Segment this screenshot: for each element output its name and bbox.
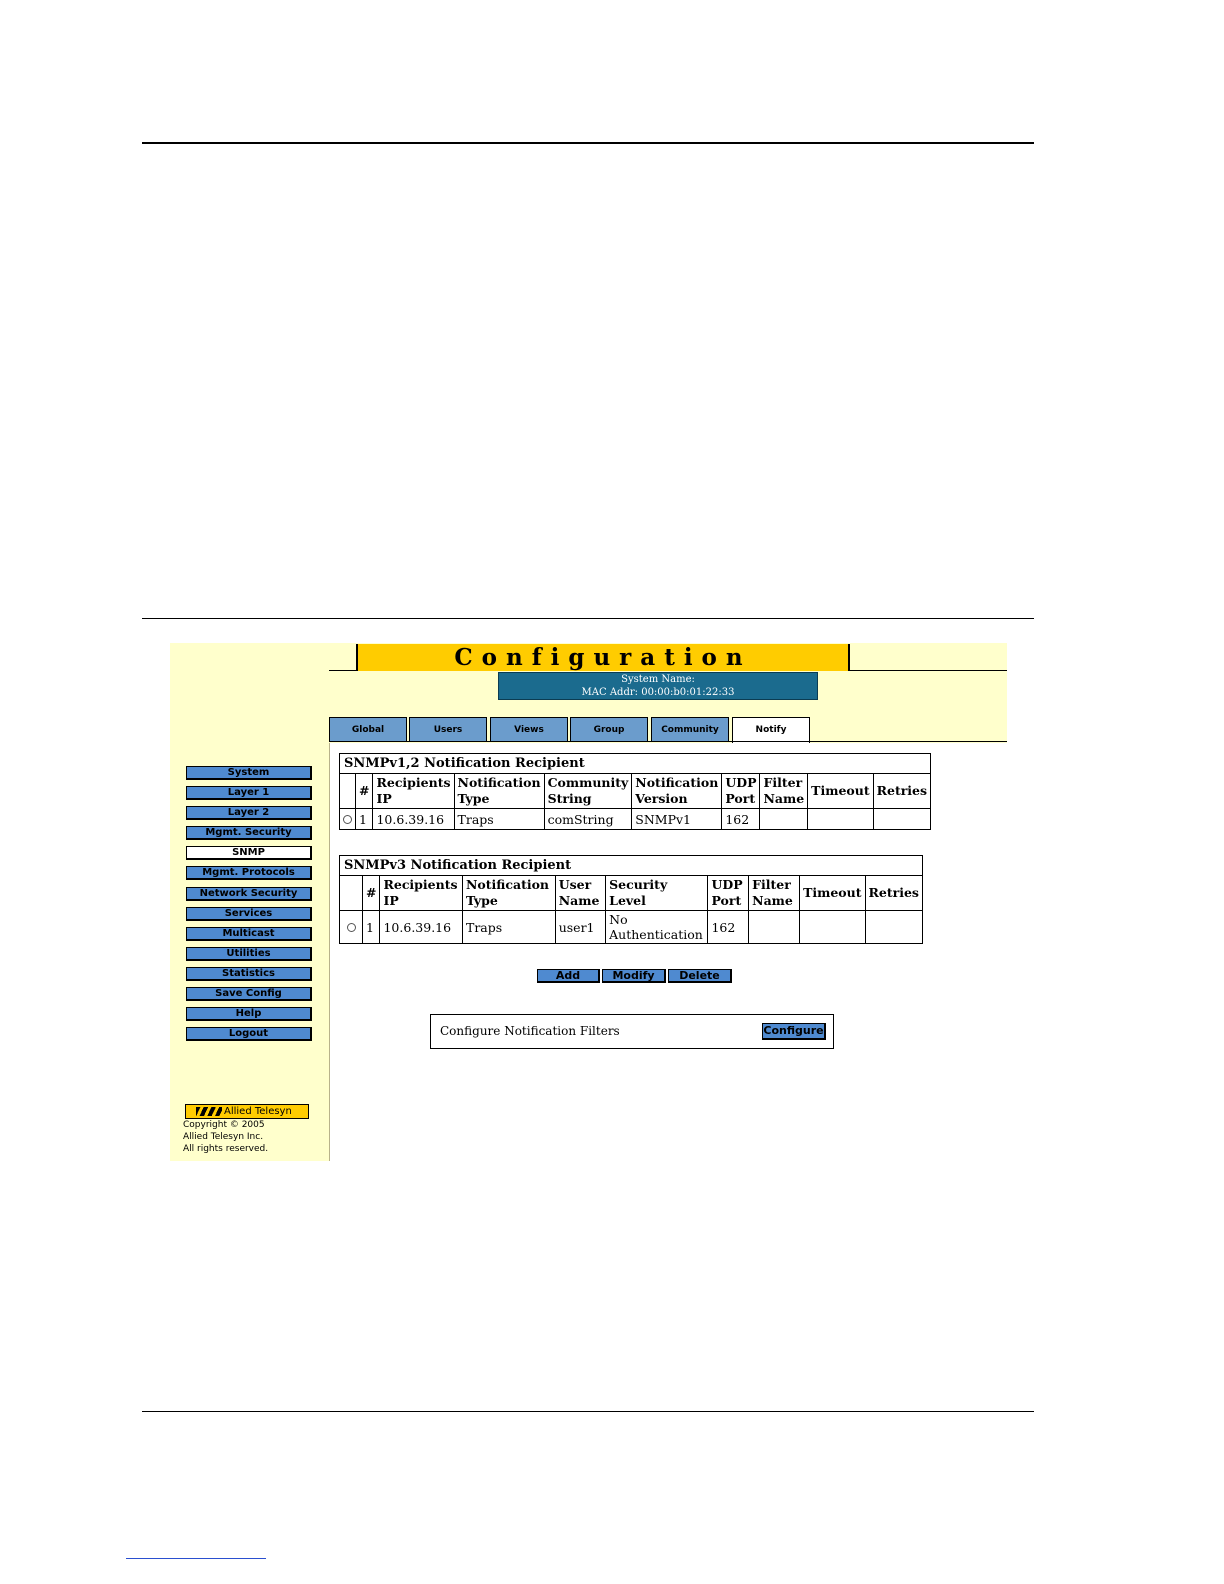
tab-group[interactable]: Group <box>570 717 648 741</box>
sidebar-item-help[interactable]: Help <box>186 1007 312 1021</box>
filter-name <box>759 808 809 830</box>
column-header: Community String <box>543 773 633 809</box>
notification-type: Traps <box>461 910 556 944</box>
column-header: User Name <box>554 875 607 911</box>
select-column-header <box>339 773 356 809</box>
allied-telesyn-logo-icon <box>196 1107 222 1116</box>
notification-version: SNMPv1 <box>631 808 723 830</box>
column-header: # <box>354 773 374 809</box>
copyright-line-1: Copyright © 2005 <box>183 1120 265 1130</box>
security-level: No Authentication <box>605 910 709 944</box>
system-name-label: System Name: <box>621 674 695 685</box>
header-line-right <box>850 670 1007 671</box>
modify-button[interactable]: Modify <box>602 969 666 983</box>
sidebar-item-network-security[interactable]: Network Security <box>186 887 312 901</box>
retries <box>872 808 932 830</box>
tab-notify[interactable]: Notify <box>732 717 810 743</box>
copyright-line-3: All rights reserved. <box>183 1144 269 1154</box>
copyright-line-2: Allied Telesyn Inc. <box>183 1132 264 1142</box>
system-info-box: System Name: MAC Addr: 00:00:b0:01:22:33 <box>498 672 818 700</box>
snmpv3-recipient-table: SNMPv3 Notification Recipient # Recipien… <box>339 855 923 944</box>
timeout <box>799 910 866 944</box>
table-header-row: # Recipients IP Notification Type User N… <box>339 875 923 911</box>
row-select-radio[interactable] <box>343 814 352 824</box>
row-select-radio[interactable] <box>346 922 356 932</box>
sidebar-item-system[interactable]: System <box>186 766 312 780</box>
table-row: 1 10.6.39.16 Traps comString SNMPv1 162 <box>339 808 932 830</box>
tab-community[interactable]: Community <box>651 717 729 741</box>
recipient-ip: 10.6.39.16 <box>372 808 455 830</box>
column-header: Recipients IP <box>379 875 463 911</box>
sidebar-item-statistics[interactable]: Statistics <box>186 967 312 981</box>
column-header: UDP Port <box>707 875 750 911</box>
sidebar: System Layer 1 Layer 2 Mgmt. Security SN… <box>170 643 330 1161</box>
allied-telesyn-logo: Allied Telesyn <box>185 1104 309 1119</box>
notification-filters-label: Configure Notification Filters <box>440 1024 620 1038</box>
add-button[interactable]: Add <box>537 969 600 983</box>
mac-addr-line: MAC Addr: 00:00:b0:01:22:33 <box>499 686 817 699</box>
table-row: 1 10.6.39.16 Traps user1 No Authenticati… <box>339 910 923 944</box>
snmpv3-table-title: SNMPv3 Notification Recipient <box>339 855 923 875</box>
row-select-cell <box>339 910 363 944</box>
sidebar-item-save-config[interactable]: Save Config <box>186 987 312 1001</box>
header-rule <box>142 142 1034 144</box>
sidebar-item-multicast[interactable]: Multicast <box>186 927 312 941</box>
row-number: 1 <box>361 910 381 944</box>
column-header: UDP Port <box>721 773 761 809</box>
timeout <box>807 808 874 830</box>
sidebar-item-snmp[interactable]: SNMP <box>186 846 312 860</box>
column-header: Notification Type <box>453 773 545 809</box>
udp-port: 162 <box>721 808 761 830</box>
retries <box>864 910 923 944</box>
mac-addr-value: 00:00:b0:01:22:33 <box>641 687 735 698</box>
sidebar-item-utilities[interactable]: Utilities <box>186 947 312 961</box>
footnote-rule <box>126 1558 266 1559</box>
recipient-ip: 10.6.39.16 <box>379 910 463 944</box>
tab-bar: Global Users Views Group Community Notif… <box>329 717 1007 743</box>
notification-type: Traps <box>453 808 545 830</box>
sidebar-item-mgmt-protocols[interactable]: Mgmt. Protocols <box>186 866 312 880</box>
tab-baseline <box>329 741 1007 742</box>
mac-addr-label: MAC Addr: <box>581 687 639 698</box>
community-string: comString <box>543 808 633 830</box>
sidebar-item-layer1[interactable]: Layer 1 <box>186 786 312 800</box>
udp-port: 162 <box>707 910 750 944</box>
snmpv12-table-title: SNMPv1,2 Notification Recipient <box>339 753 932 773</box>
footer-rule <box>142 1411 1034 1412</box>
sidebar-item-layer2[interactable]: Layer 2 <box>186 806 312 820</box>
sidebar-item-logout[interactable]: Logout <box>186 1027 312 1041</box>
configure-button[interactable]: Configure <box>762 1023 826 1040</box>
sidebar-item-mgmt-security[interactable]: Mgmt. Security <box>186 826 312 840</box>
screenshot-frame: System Layer 1 Layer 2 Mgmt. Security SN… <box>170 643 1007 1161</box>
delete-button[interactable]: Delete <box>668 969 732 983</box>
snmpv12-recipient-table: SNMPv1,2 Notification Recipient # Recipi… <box>339 753 932 830</box>
tab-views[interactable]: Views <box>490 717 568 741</box>
sidebar-item-services[interactable]: Services <box>186 907 312 921</box>
column-header: Security Level <box>605 875 709 911</box>
column-header: # <box>361 875 381 911</box>
table-header-row: # Recipients IP Notification Type Commun… <box>339 773 932 809</box>
column-header: Notification Type <box>461 875 556 911</box>
user-name: user1 <box>554 910 607 944</box>
column-header: Retries <box>872 773 932 809</box>
column-header: Filter Name <box>748 875 801 911</box>
header-line-left <box>329 670 356 671</box>
filter-name <box>748 910 801 944</box>
select-column-header <box>339 875 363 911</box>
page-title: Configuration <box>454 644 752 671</box>
logo-text: Allied Telesyn <box>224 1106 292 1117</box>
title-bar: Configuration <box>356 644 850 671</box>
row-select-cell <box>339 808 356 830</box>
column-header: Notification Version <box>631 773 723 809</box>
column-header: Retries <box>864 875 923 911</box>
column-header: Recipients IP <box>372 773 455 809</box>
figure-top-rule <box>142 618 1034 619</box>
column-header: Filter Name <box>759 773 809 809</box>
tab-global[interactable]: Global <box>329 717 407 741</box>
column-header: Timeout <box>799 875 866 911</box>
tab-users[interactable]: Users <box>409 717 487 741</box>
notification-filters-panel: Configure Notification Filters Configure <box>430 1014 834 1049</box>
column-header: Timeout <box>807 773 874 809</box>
row-number: 1 <box>354 808 374 830</box>
